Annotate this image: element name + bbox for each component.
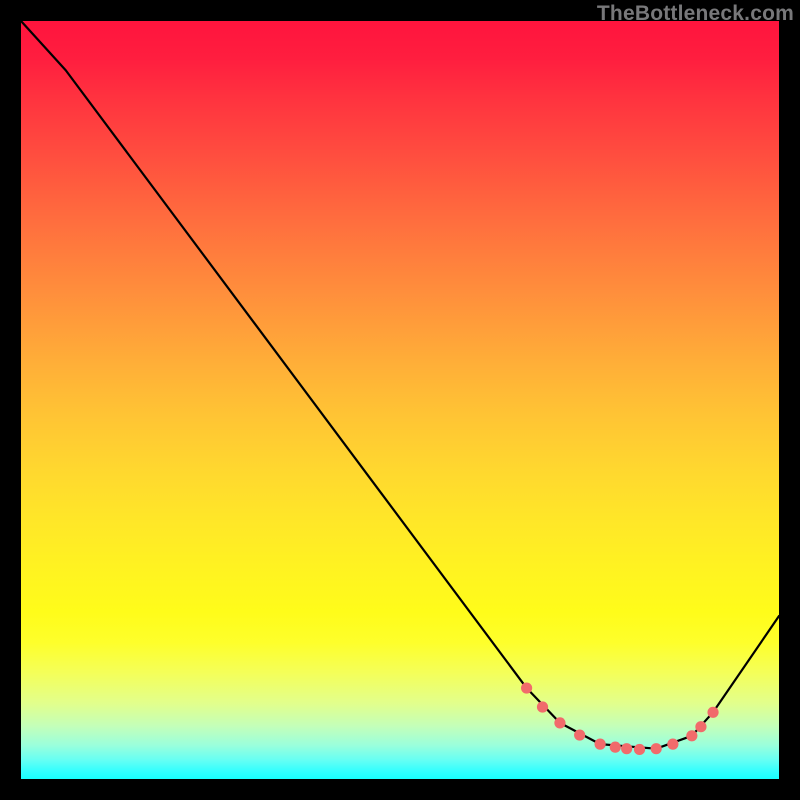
data-point (537, 701, 548, 712)
data-point (621, 743, 632, 754)
data-point (595, 739, 606, 750)
curve-layer (21, 21, 779, 749)
plot-area (21, 21, 779, 779)
data-point (554, 717, 565, 728)
data-point (610, 742, 621, 753)
data-point (521, 682, 532, 693)
data-point (651, 743, 662, 754)
chart-stage: TheBottleneck.com (0, 0, 800, 800)
data-point (634, 744, 645, 755)
curve-path (21, 21, 779, 749)
data-point (574, 729, 585, 740)
data-point (707, 707, 718, 718)
chart-svg (21, 21, 779, 779)
data-point (686, 730, 697, 741)
data-point (667, 739, 678, 750)
dots-layer (521, 682, 719, 755)
data-point (695, 721, 706, 732)
